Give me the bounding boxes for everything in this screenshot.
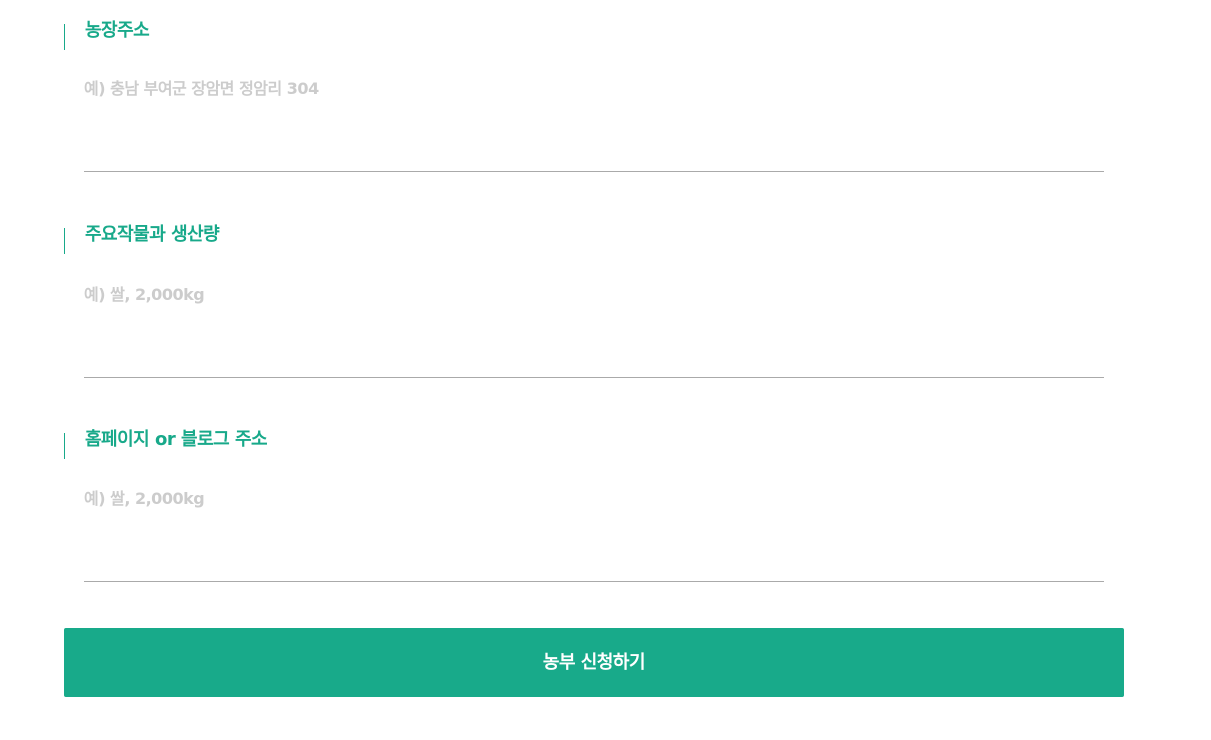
homepage-label-text: 홈페이지 or 블로그 주소 [85,429,268,450]
main-crops-label-text: 주요작물과 생산량 [85,224,220,245]
farm-address-label: 농장주소 [64,20,150,50]
main-crops-input[interactable] [84,286,1104,378]
main-crops-label: 주요작물과 생산량 [64,224,220,254]
submit-farmer-application-button[interactable]: 농부 신청하기 [64,628,1124,697]
farm-address-input[interactable] [84,80,1104,172]
homepage-label: 홈페이지 or 블로그 주소 [64,429,268,459]
homepage-input[interactable] [84,490,1104,582]
farm-address-label-text: 농장주소 [85,20,150,41]
